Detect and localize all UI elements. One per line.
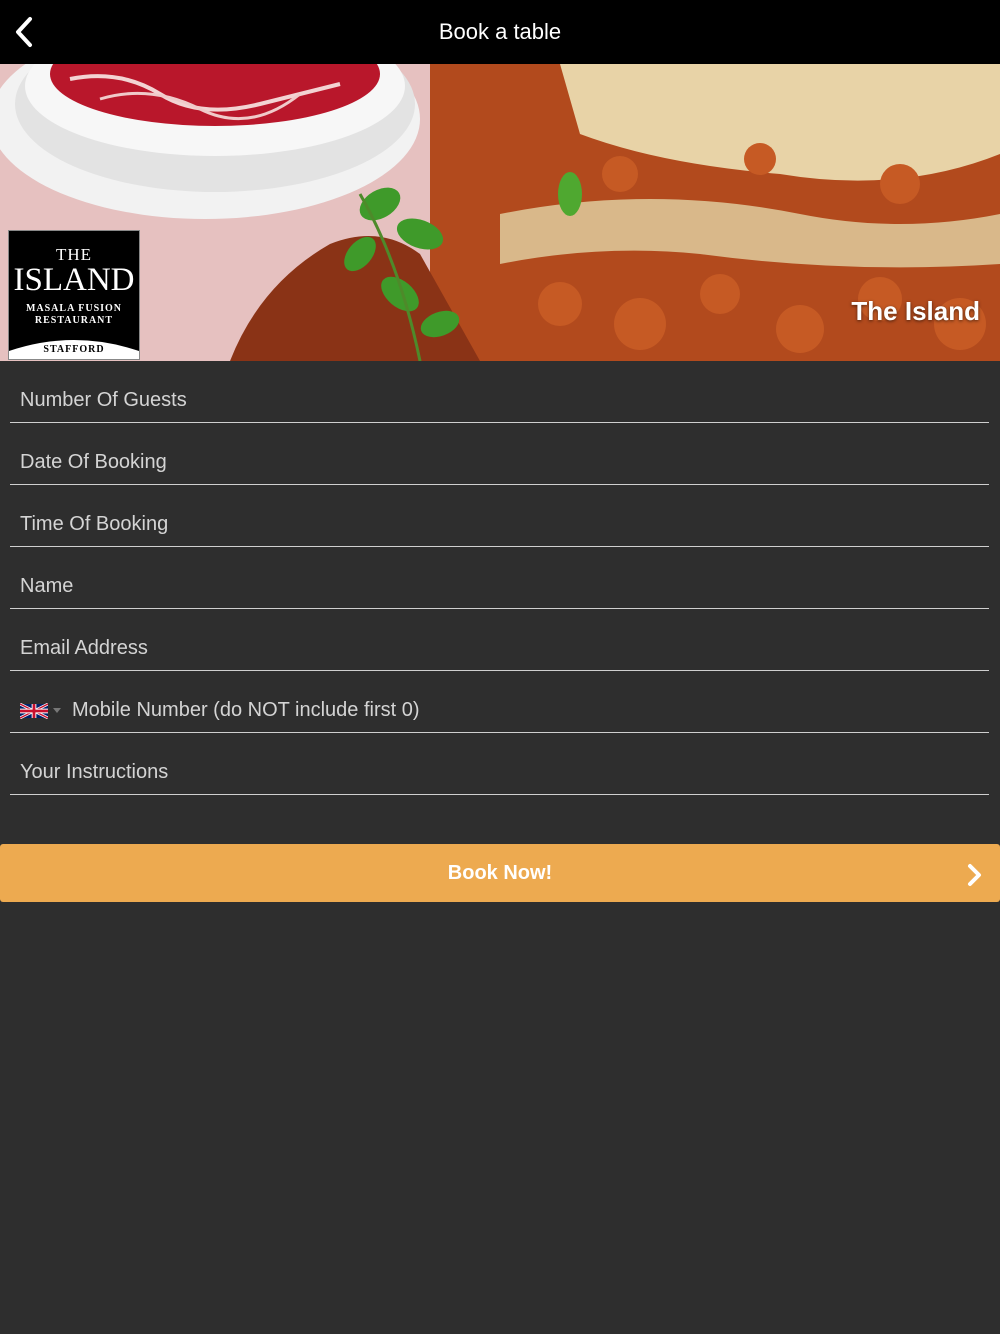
- uk-flag-icon: [20, 703, 48, 719]
- logo-masala-fusion: MASALA FUSION: [25, 303, 123, 314]
- chevron-right-icon: [968, 864, 981, 886]
- instructions-field[interactable]: Your Instructions: [10, 733, 989, 795]
- logo-stafford: STAFFORD: [43, 344, 105, 355]
- back-button[interactable]: [6, 14, 42, 50]
- date-placeholder: Date Of Booking: [20, 451, 167, 473]
- email-placeholder: Email Address: [20, 637, 148, 659]
- mobile-field[interactable]: Mobile Number (do NOT include first 0): [10, 671, 989, 733]
- email-field[interactable]: Email Address: [10, 609, 989, 671]
- book-now-label: Book Now!: [447, 861, 553, 884]
- name-field[interactable]: Name: [10, 547, 989, 609]
- guests-field[interactable]: Number Of Guests: [10, 361, 989, 423]
- logo-restaurant: RESTAURANT: [34, 315, 114, 326]
- navbar: Book a table: [0, 0, 1000, 64]
- food-photo: [0, 64, 1000, 361]
- mobile-placeholder: Mobile Number (do NOT include first 0): [72, 699, 420, 721]
- hero-caption: The Island: [851, 296, 980, 326]
- name-placeholder: Name: [20, 575, 74, 597]
- country-code-selector[interactable]: [20, 703, 61, 719]
- guests-placeholder: Number Of Guests: [20, 389, 187, 411]
- time-field[interactable]: Time Of Booking: [10, 485, 989, 547]
- hero-banner: THE ISLAND MASALA FUSION RESTAURANT STAF…: [0, 64, 1000, 361]
- book-now-button[interactable]: Book Now!: [0, 844, 1000, 902]
- restaurant-logo: THE ISLAND MASALA FUSION RESTAURANT STAF…: [8, 230, 140, 360]
- time-placeholder: Time Of Booking: [20, 513, 169, 535]
- chevron-left-icon: [16, 17, 32, 47]
- logo-island: ISLAND: [13, 262, 135, 298]
- caret-down-icon: [53, 708, 61, 713]
- date-field[interactable]: Date Of Booking: [10, 423, 989, 485]
- page-title: Book a table: [438, 19, 562, 44]
- instructions-placeholder: Your Instructions: [20, 761, 169, 783]
